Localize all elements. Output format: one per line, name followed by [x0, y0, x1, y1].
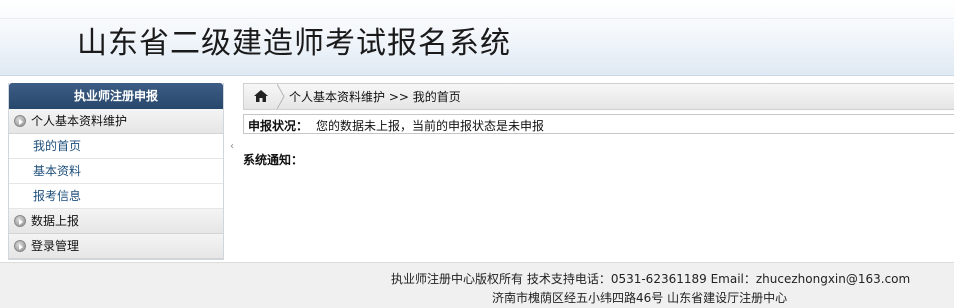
sidebar-group-login-manage[interactable]: 登录管理 — [9, 234, 223, 259]
breadcrumb-separator-icon — [276, 83, 285, 110]
system-title: 山东省二级建造师考试报名系统 — [77, 26, 511, 61]
sidebar-group-label: 数据上报 — [31, 214, 80, 228]
system-notice-label: 系统通知： — [243, 153, 304, 167]
breadcrumb-text: 个人基本资料维护 >> 我的首页 — [289, 90, 461, 104]
footer-address: 济南市槐荫区经五小纬四路46号 山东省建设厅注册中心 — [492, 291, 788, 305]
status-bar: 申报状况： 您的数据未上报，当前的申报状态是未申报 — [243, 114, 954, 134]
page-header: 山东省二级建造师考试报名系统 — [0, 0, 954, 76]
chevron-left-icon: ‹ — [230, 141, 234, 152]
sidebar-group-data-report[interactable]: 数据上报 — [9, 209, 223, 234]
sidebar-item-basic-info[interactable]: 基本资料 — [9, 159, 223, 184]
expand-arrow-icon — [14, 115, 26, 127]
footer-copyright: 执业师注册中心版权所有 技术支持电话：0531-62361189 Email：z… — [391, 272, 911, 286]
sidebar-group-label: 个人基本资料维护 — [31, 114, 128, 128]
expand-arrow-icon — [14, 240, 26, 252]
breadcrumb: 个人基本资料维护 >> 我的首页 — [243, 83, 954, 110]
home-icon[interactable] — [244, 84, 278, 109]
expand-arrow-icon — [14, 215, 26, 227]
sidebar-group-profile[interactable]: 个人基本资料维护 — [9, 109, 223, 134]
sidebar: 执业师注册申报 个人基本资料维护 我的首页 基本资料 报考信息 数据上报 登录管… — [8, 83, 224, 260]
sidebar-group-label: 登录管理 — [31, 239, 80, 253]
sidebar-header: 执业师注册申报 — [9, 83, 223, 109]
status-label: 申报状况： — [248, 119, 309, 133]
page-footer: 执业师注册中心版权所有 技术支持电话：0531-62361189 Email：z… — [0, 262, 954, 308]
sidebar-collapse-toggle[interactable]: ‹ — [228, 83, 238, 260]
status-text: 您的数据未上报，当前的申报状态是未申报 — [316, 119, 545, 133]
sidebar-item-my-home[interactable]: 我的首页 — [9, 134, 223, 159]
sidebar-item-exam-info[interactable]: 报考信息 — [9, 184, 223, 209]
